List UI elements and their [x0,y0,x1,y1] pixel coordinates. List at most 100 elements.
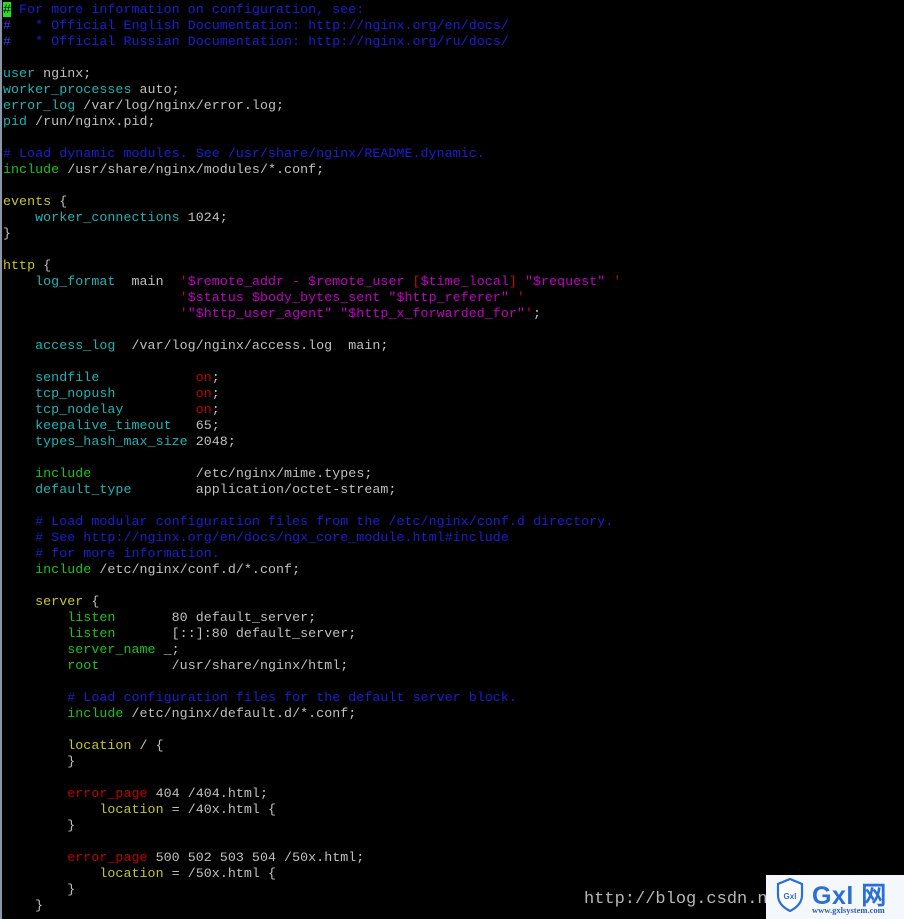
code-line[interactable] [3,674,621,690]
code-line[interactable]: error_page 404 /404.html; [3,786,621,802]
directive-token: tcp_nopush [35,386,116,401]
code-line[interactable]: root /usr/share/nginx/html; [3,658,621,674]
block-token: location [99,866,164,881]
code-line[interactable]: error_page 500 502 503 504 /50x.html; [3,850,621,866]
code-line[interactable]: '$status $body_bytes_sent "$http_referer… [3,290,621,306]
code-line[interactable]: sendfile on; [3,370,621,386]
code-line[interactable] [3,834,621,850]
quote-token: ' [613,274,622,289]
code-line[interactable] [3,450,621,466]
code-line[interactable]: '"$http_user_agent" "$http_x_forwarded_f… [3,306,621,322]
quote-token: ] [508,274,517,289]
directive-token: keepalive_timeout [35,418,172,433]
shield-logo-icon: Gxl [776,878,804,912]
code-line[interactable]: tcp_nopush on; [3,386,621,402]
code-line[interactable]: pid /run/nginx.pid; [3,114,621,130]
string-token: "$request" [516,274,614,289]
code-line[interactable] [3,322,621,338]
code-line[interactable]: listen [::]:80 default_server; [3,626,621,642]
code-line[interactable] [3,130,621,146]
quote-token: ' [179,290,188,305]
string-token: $remote_addr - $remote_user [187,274,413,289]
logo-site-text: www.gxlsystem.com [812,905,885,915]
code-line[interactable]: keepalive_timeout 65; [3,418,621,434]
code-line[interactable] [3,498,621,514]
quote-token: ' [516,290,525,305]
code-line[interactable]: events { [3,194,621,210]
code-line[interactable]: http { [3,258,621,274]
code-line[interactable] [3,354,621,370]
code-line[interactable] [3,50,621,66]
code-line[interactable]: default_type application/octet-stream; [3,482,621,498]
block-token: events [3,194,52,209]
code-line[interactable]: error_log /var/log/nginx/error.log; [3,98,621,114]
code-line[interactable]: tcp_nodelay on; [3,402,621,418]
code-line[interactable]: } [3,898,621,914]
code-line[interactable] [3,770,621,786]
value-token: ; [532,306,541,321]
code-line[interactable]: server { [3,594,621,610]
directive-token: include [35,466,92,481]
directive-token: user [3,66,36,81]
string-token: $status $body_bytes_sent "$http_referer" [187,290,517,305]
code-line[interactable]: # * Official English Documentation: http… [3,18,621,34]
code-editor[interactable]: # For more information on configuration,… [3,2,621,914]
value-token [3,562,35,577]
terminal-window[interactable]: # For more information on configuration,… [0,0,904,919]
code-line[interactable]: } [3,882,621,898]
directive-token: include [3,162,60,177]
value-token: { [83,594,100,609]
value-token [3,610,67,625]
code-line[interactable]: # See http://nginx.org/en/docs/ngx_core_… [3,530,621,546]
code-line[interactable]: # Load dynamic modules. See /usr/share/n… [3,146,621,162]
value-token: 1024; [179,210,228,225]
code-line[interactable]: access_log /var/log/nginx/access.log mai… [3,338,621,354]
code-line[interactable] [3,578,621,594]
value-token: ; [211,386,220,401]
code-line[interactable]: # Load configuration files for the defau… [3,690,621,706]
value-token [123,402,195,417]
code-line[interactable] [3,178,621,194]
value-token: /etc/nginx/mime.types; [91,466,373,481]
code-line[interactable]: # For more information on configuration,… [3,2,621,18]
value-token [3,306,180,321]
value-token: } [3,754,76,769]
directive-token: types_hash_max_size [35,434,188,449]
directive-token: listen [67,610,116,625]
value-token [3,274,35,289]
code-line[interactable]: user nginx; [3,66,621,82]
code-line[interactable]: location = /40x.html { [3,802,621,818]
value-token: 500 502 503 504 /50x.html; [147,850,365,865]
code-line[interactable]: types_hash_max_size 2048; [3,434,621,450]
code-line[interactable]: include /etc/nginx/conf.d/*.conf; [3,562,621,578]
quote-token: ' [179,274,188,289]
code-line[interactable]: log_format main '$remote_addr - $remote_… [3,274,621,290]
value-token: application/octet-stream; [131,482,397,497]
code-line[interactable]: include /etc/nginx/mime.types; [3,466,621,482]
value-token [3,738,67,753]
code-line[interactable]: # Load modular configuration files from … [3,514,621,530]
code-line[interactable]: # for more information. [3,546,621,562]
code-line[interactable]: # * Official Russian Documentation: http… [3,34,621,50]
directive-token: include [35,562,92,577]
code-line[interactable]: worker_connections 1024; [3,210,621,226]
code-line[interactable] [3,242,621,258]
value-token [3,642,67,657]
code-line[interactable]: worker_processes auto; [3,82,621,98]
code-line[interactable]: location = /50x.html { [3,866,621,882]
value-token [3,370,35,385]
code-line[interactable]: listen 80 default_server; [3,610,621,626]
code-line[interactable]: } [3,818,621,834]
code-line[interactable]: server_name _; [3,642,621,658]
value-token: /usr/share/nginx/html; [99,658,349,673]
code-line[interactable]: } [3,754,621,770]
value-token [3,210,35,225]
code-line[interactable] [3,722,621,738]
value-token: 2048; [187,434,236,449]
directive-token: root [67,658,100,673]
value-token [99,370,195,385]
code-line[interactable]: } [3,226,621,242]
code-line[interactable]: include /usr/share/nginx/modules/*.conf; [3,162,621,178]
code-line[interactable]: include /etc/nginx/default.d/*.conf; [3,706,621,722]
code-line[interactable]: location / { [3,738,621,754]
